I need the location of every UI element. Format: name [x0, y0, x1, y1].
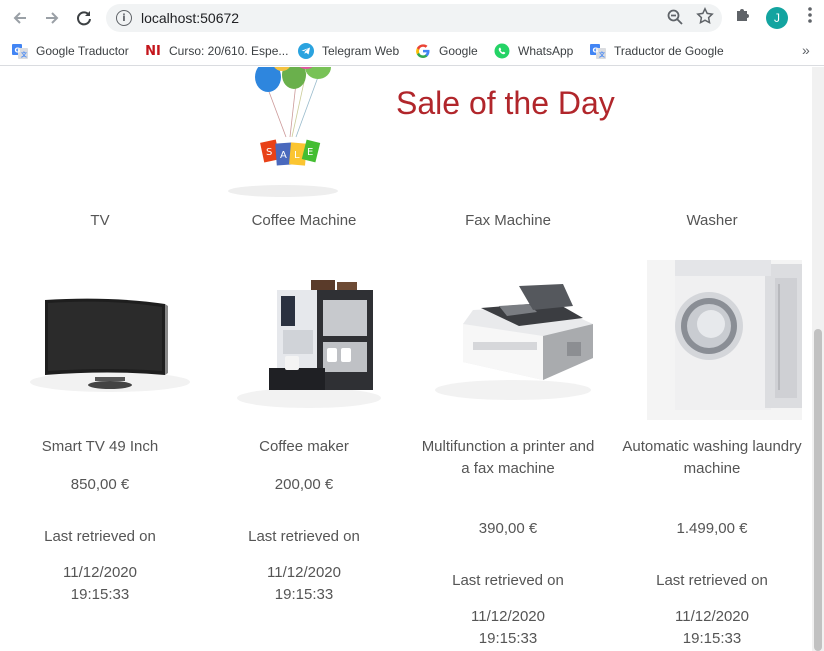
google-icon	[415, 43, 431, 59]
extensions-puzzle-icon[interactable]	[734, 6, 756, 28]
svg-text:G: G	[593, 47, 599, 55]
reload-icon[interactable]	[72, 6, 96, 30]
translate-icon: G文	[12, 43, 28, 59]
svg-text:A: A	[280, 150, 287, 161]
bookmark-label: Curso: 20/610. Espe...	[169, 44, 289, 58]
product-card-fax-machine: Fax Machine Multifunction a printer and …	[408, 212, 608, 651]
last-retrieved-label: Last retrieved on	[44, 528, 156, 545]
coffee-machine-icon	[229, 250, 394, 420]
product-price: 390,00 €	[478, 520, 538, 537]
back-arrow-icon[interactable]	[8, 6, 32, 30]
bookmark-label: WhatsApp	[518, 44, 574, 58]
profile-avatar[interactable]: J	[766, 7, 788, 29]
retrieved-date: 11/12/2020	[63, 564, 137, 581]
forward-arrow-icon[interactable]	[40, 6, 64, 30]
retrieved-date: 11/12/2020	[471, 608, 545, 625]
svg-text:E: E	[307, 147, 313, 158]
svg-text:G: G	[15, 47, 21, 55]
product-description: Coffee maker	[259, 438, 349, 455]
bookmark-label: Telegram Web	[322, 44, 400, 58]
browser-toolbar: i localhost:50672 J	[0, 0, 824, 36]
address-bar[interactable]: i localhost:50672	[106, 4, 722, 32]
vertical-scrollbar[interactable]	[812, 67, 824, 651]
bookmark-telegram[interactable]: Telegram Web	[298, 42, 399, 60]
page-title: Sale of the Day	[396, 85, 615, 121]
fax-machine-icon	[433, 250, 598, 420]
product-description: Automatic washing laundry machine	[622, 438, 802, 477]
tv-icon	[25, 250, 190, 420]
url-text[interactable]: localhost:50672	[141, 10, 239, 26]
translate-icon: G文	[590, 43, 606, 59]
product-price: 1.499,00 €	[676, 520, 748, 537]
product-card-coffee-machine: Coffee Machine Coffee maker 200,00 € Las…	[204, 212, 404, 632]
last-retrieved-label: Last retrieved on	[452, 572, 564, 589]
bookmark-whatsapp[interactable]: WhatsApp	[494, 42, 573, 60]
svg-text:S: S	[266, 147, 272, 158]
retrieved-time: 19:15:33	[274, 586, 334, 603]
product-name: Washer	[686, 212, 738, 229]
ni-logo-icon: NI	[145, 43, 161, 59]
last-retrieved-label: Last retrieved on	[248, 528, 360, 545]
washer-icon	[637, 250, 807, 420]
product-name: Fax Machine	[465, 212, 551, 229]
bookmarks-bar: G文 Google Traductor NI Curso: 20/610. Es…	[0, 36, 824, 66]
product-price: 850,00 €	[70, 476, 130, 493]
product-name: Coffee Machine	[251, 212, 357, 229]
bookmark-curso[interactable]: NI Curso: 20/610. Espe...	[145, 42, 288, 60]
last-retrieved-label: Last retrieved on	[656, 572, 768, 589]
product-description: Smart TV 49 Inch	[41, 438, 159, 455]
bookmark-label: Google	[439, 44, 478, 58]
svg-text:文: 文	[20, 51, 28, 59]
product-card-tv: TV Smart TV 49 Inch 850,00 € Last retrie…	[0, 212, 200, 632]
svg-text:文: 文	[598, 51, 606, 59]
retrieved-date: 11/12/2020	[267, 564, 341, 581]
product-description: Multifunction a printer and a fax machin…	[421, 438, 595, 477]
retrieved-time: 19:15:33	[682, 630, 742, 647]
zoom-icon[interactable]	[666, 8, 686, 28]
product-name: TV	[90, 212, 110, 229]
bookmark-google-traductor[interactable]: G文 Google Traductor	[12, 42, 129, 60]
sale-balloons-icon: S A L E	[218, 67, 348, 199]
svg-text:L: L	[294, 150, 300, 161]
scrollbar-thumb[interactable]	[814, 329, 822, 651]
page-content: S A L E Sale of the Day TV Smart TV 49 I…	[0, 67, 812, 651]
retrieved-time: 19:15:33	[70, 586, 130, 603]
retrieved-time: 19:15:33	[478, 630, 538, 647]
bookmark-traductor-de-google[interactable]: G文 Traductor de Google	[590, 42, 724, 60]
product-card-washer: Washer Automatic washing laundry machine…	[612, 212, 812, 651]
telegram-icon	[298, 43, 314, 59]
site-info-icon[interactable]: i	[116, 10, 132, 26]
bookmark-label: Traductor de Google	[614, 44, 724, 58]
bookmark-star-icon[interactable]	[696, 7, 716, 27]
bookmark-label: Google Traductor	[36, 44, 129, 58]
retrieved-date: 11/12/2020	[675, 608, 749, 625]
product-price: 200,00 €	[274, 476, 334, 493]
more-bookmarks-chevron-icon[interactable]: »	[802, 42, 810, 58]
whatsapp-icon	[494, 43, 510, 59]
bookmark-google[interactable]: Google	[415, 42, 478, 60]
kebab-menu-icon[interactable]	[804, 6, 816, 28]
